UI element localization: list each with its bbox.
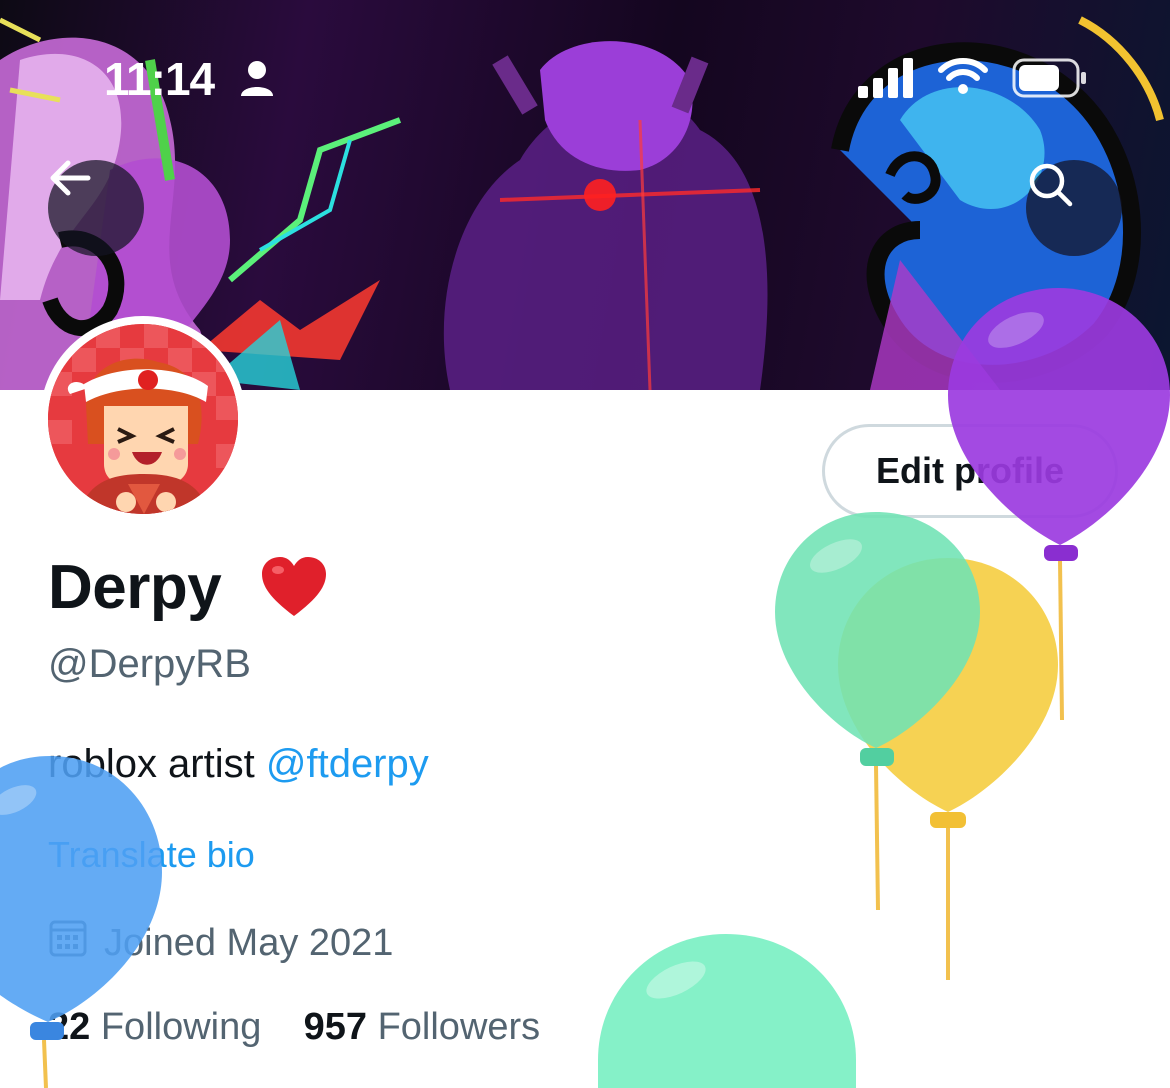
back-button[interactable] <box>48 160 144 256</box>
edit-profile-button[interactable]: Edit profile <box>822 424 1118 518</box>
balloon-green <box>775 512 980 911</box>
red-heart-icon <box>260 556 328 623</box>
followers-count: 957 <box>303 1006 368 1048</box>
follow-stats: 22 Following 957 Followers <box>48 1006 540 1049</box>
bio-mention-link[interactable]: @ftderpy <box>266 742 429 786</box>
profile-handle: @DerpyRB <box>48 642 251 686</box>
following-label: Following <box>100 1006 262 1048</box>
translate-bio-link[interactable]: Translate bio <box>48 834 255 876</box>
calendar-icon <box>48 918 88 968</box>
joined-date: Joined May 2021 <box>48 918 393 968</box>
following-link[interactable]: 22 Following <box>48 1006 261 1048</box>
search-icon <box>1029 163 1073 207</box>
search-button[interactable] <box>1026 160 1122 256</box>
balloon-yellow <box>838 558 1058 980</box>
bio-text: roblox artist <box>48 742 266 786</box>
following-count: 22 <box>48 1006 91 1048</box>
status-time: 11:14 <box>104 53 215 105</box>
display-name: Derpy <box>48 553 222 622</box>
arrow-left-icon <box>50 160 91 196</box>
joined-text: Joined May 2021 <box>104 921 394 964</box>
followers-link[interactable]: 957 Followers <box>304 1006 541 1048</box>
avatar-image <box>48 324 238 514</box>
balloon-teal <box>598 934 856 1088</box>
profile-bio: roblox artist @ftderpy <box>48 742 429 787</box>
avatar[interactable] <box>40 316 246 522</box>
followers-label: Followers <box>377 1006 541 1048</box>
